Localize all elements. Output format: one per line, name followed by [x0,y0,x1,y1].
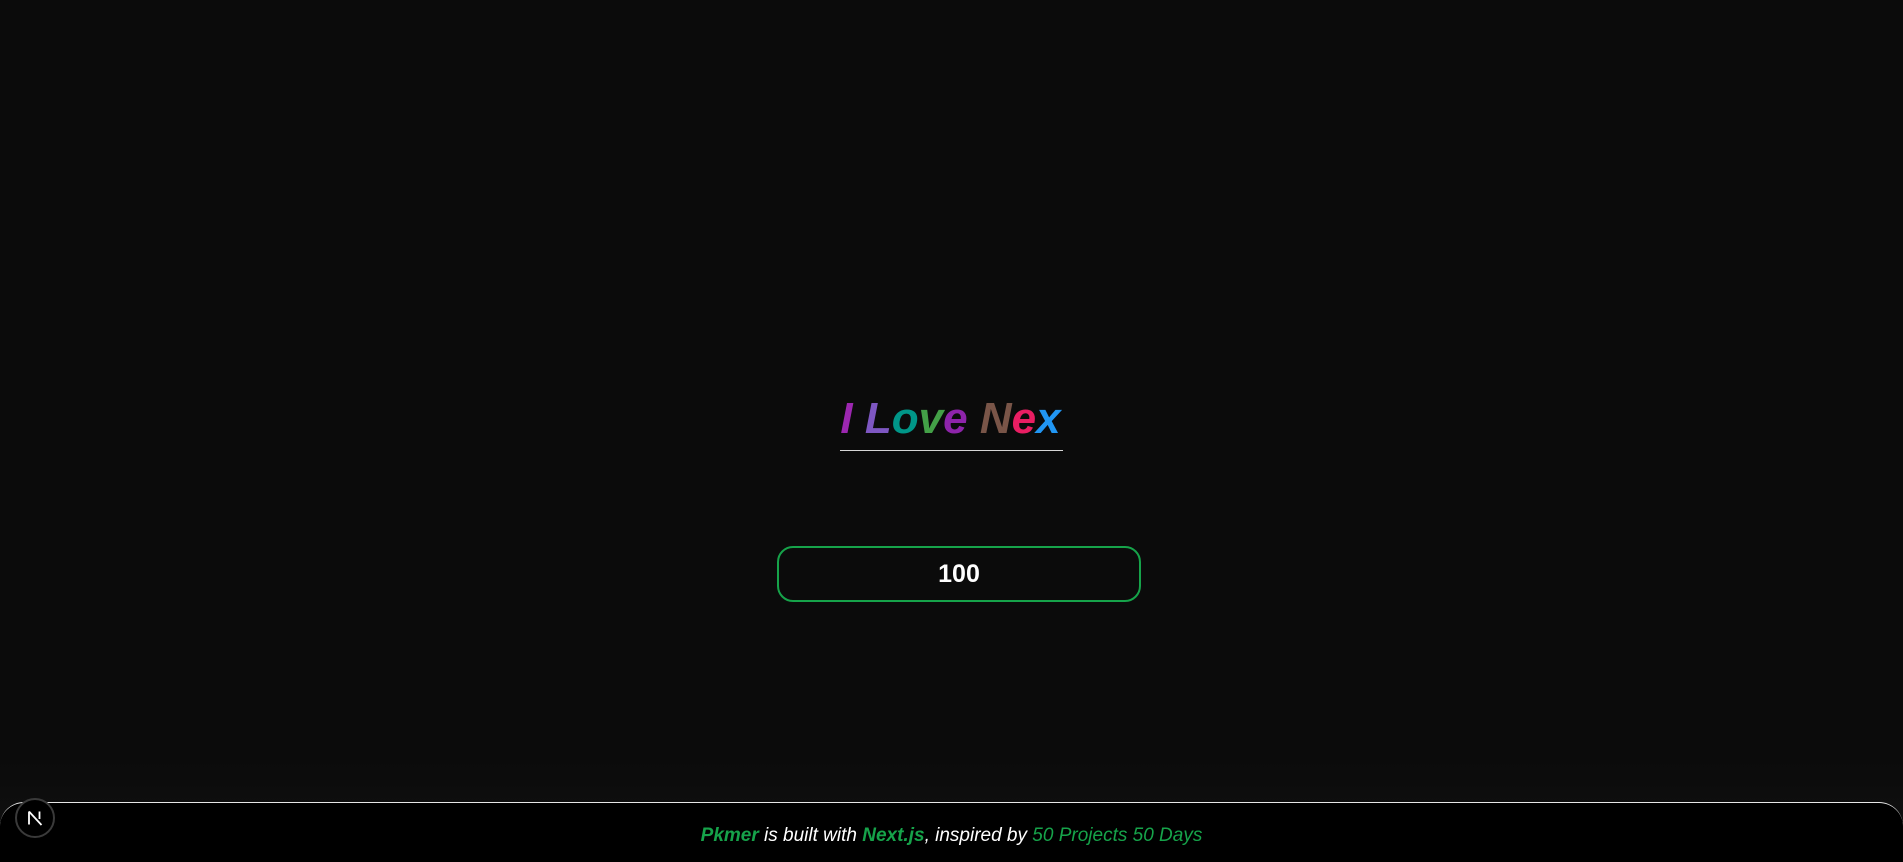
heading-letter: L [864,394,892,443]
heading-letter: N [979,394,1012,443]
footer: Pkmer is built with Next.js, inspired by… [0,802,1903,862]
footer-text-inspired-by: , inspired by [924,825,1033,846]
heading-letter: e [943,394,968,443]
heading-letter: o [891,394,919,443]
counter-value: 100 [938,559,980,588]
brand-link[interactable]: Pkmer [701,825,759,846]
footer-credits: Pkmer is built with Next.js, inspired by… [0,825,1903,847]
heading-space [968,392,980,446]
counter-display: 100 [777,546,1141,602]
heading-letter: x [1036,394,1061,443]
page: I Love Nex 100 Pkmer is built with Next.… [0,0,1903,862]
heading-letter: e [1011,394,1037,443]
inspiration-link[interactable]: 50 Projects 50 Days [1032,825,1202,846]
nextjs-link[interactable]: Next.js [862,825,924,846]
nextjs-logo-icon [28,810,43,826]
rainbow-heading: I Love Nex [840,392,1063,451]
heading-letter: I [840,394,853,443]
heading-space [853,392,865,446]
nextjs-dev-badge[interactable] [15,798,55,838]
heading-container: I Love Nex [0,392,1903,451]
heading-letter: v [918,394,944,443]
footer-text-built-with: is built with [758,825,863,846]
